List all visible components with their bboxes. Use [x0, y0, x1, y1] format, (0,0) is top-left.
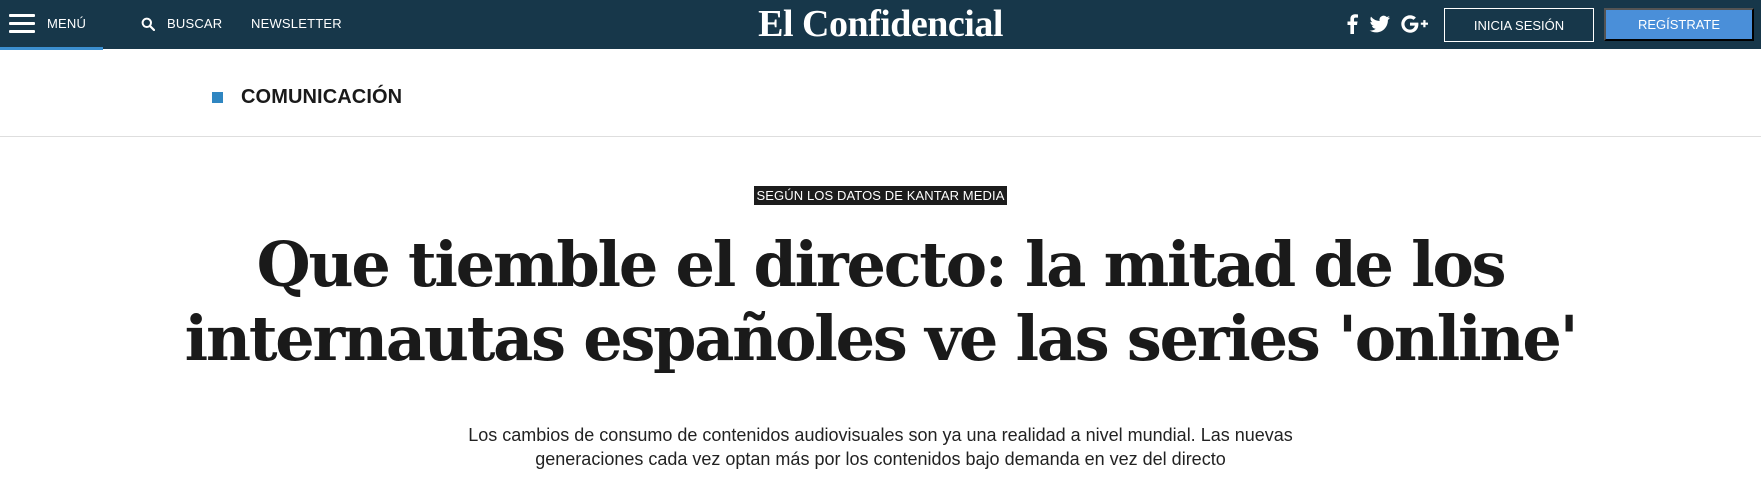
- article-headline: Que tiemble el directo: la mitad de los …: [184, 228, 1579, 375]
- article-kicker: SEGÚN LOS DATOS DE KANTAR MEDIA: [753, 186, 1008, 205]
- top-navigation-bar: MENÚ BUSCAR NEWSLETTER El Confidencial I…: [0, 0, 1761, 50]
- section-link-comunicacion[interactable]: COMUNICACIÓN: [241, 86, 402, 109]
- google-plus-icon[interactable]: [1401, 14, 1429, 34]
- login-button[interactable]: INICIA SESIÓN: [1444, 8, 1594, 42]
- logo-text: El Confidencial: [758, 3, 1003, 45]
- kicker-container: SEGÚN LOS DATOS DE KANTAR MEDIA: [0, 186, 1761, 205]
- article-subtitle: Los cambios de consumo de contenidos aud…: [468, 425, 1293, 469]
- facebook-icon[interactable]: [1346, 14, 1358, 34]
- section-divider: [0, 136, 1761, 137]
- twitter-icon[interactable]: [1369, 14, 1391, 34]
- section-marker-icon: [212, 92, 223, 103]
- register-button[interactable]: REGÍSTRATE: [1604, 8, 1754, 41]
- menu-active-indicator: [0, 47, 103, 50]
